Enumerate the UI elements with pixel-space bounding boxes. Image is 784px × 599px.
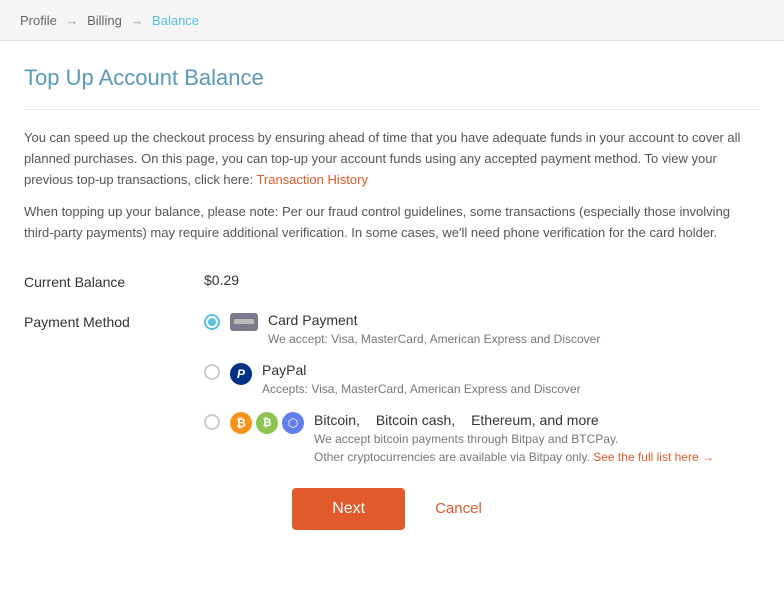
card-payment-name: Card Payment	[268, 312, 600, 328]
card-icon	[230, 313, 258, 331]
full-list-link[interactable]: See the full list here →	[593, 450, 714, 464]
title-divider	[24, 109, 760, 110]
breadcrumb-profile[interactable]: Profile	[20, 13, 57, 28]
paypal-payment-details: PayPal Accepts: Visa, MasterCard, Americ…	[262, 362, 581, 398]
crypto-payment-details: Bitcoin, Bitcoin cash, Ethereum, and mor…	[314, 412, 714, 466]
paypal-icon-container: P	[230, 362, 252, 385]
crypto-icons: ₿ ₿ ⬡	[230, 412, 304, 434]
next-button[interactable]: Next	[292, 488, 405, 530]
breadcrumb-balance[interactable]: Balance	[152, 13, 199, 28]
radio-button-paypal[interactable]	[204, 364, 220, 380]
bitcoin-icon: ₿	[230, 412, 252, 434]
radio-paypal[interactable]	[204, 362, 220, 380]
payment-method-label: Payment Method	[24, 312, 204, 330]
breadcrumb-sep2: →	[130, 13, 143, 28]
crypto-payment-desc: We accept bitcoin payments through Bitpa…	[314, 430, 714, 466]
transaction-history-link[interactable]: Transaction History	[256, 172, 368, 187]
card-payment-details: Card Payment We accept: Visa, MasterCard…	[268, 312, 600, 348]
breadcrumb: Profile → Billing → Balance	[20, 13, 199, 28]
payment-option-card[interactable]: Card Payment We accept: Visa, MasterCard…	[204, 312, 714, 348]
radio-button-crypto[interactable]	[204, 414, 220, 430]
payment-option-crypto[interactable]: ₿ ₿ ⬡ Bitcoin, Bitcoin cash, Ethereum, a…	[204, 412, 714, 466]
card-payment-desc: We accept: Visa, MasterCard, American Ex…	[268, 330, 600, 348]
ethereum-icon: ⬡	[282, 412, 304, 434]
payment-options: Card Payment We accept: Visa, MasterCard…	[204, 312, 714, 466]
payment-option-paypal[interactable]: P PayPal Accepts: Visa, MasterCard, Amer…	[204, 362, 714, 398]
bitcoin-cash-icon: ₿	[256, 412, 278, 434]
paypal-payment-desc: Accepts: Visa, MasterCard, American Expr…	[262, 380, 581, 398]
current-balance-label: Current Balance	[24, 272, 204, 290]
current-balance-value: $0.29	[204, 272, 239, 288]
action-buttons: Next Cancel	[24, 488, 760, 530]
fraud-note: When topping up your balance, please not…	[24, 202, 760, 244]
breadcrumb-sep1: →	[65, 13, 78, 28]
paypal-payment-name: PayPal	[262, 362, 581, 378]
radio-crypto[interactable]	[204, 412, 220, 430]
radio-button-card[interactable]	[204, 314, 220, 330]
crypto-payment-name: Bitcoin, Bitcoin cash, Ethereum, and mor…	[314, 412, 714, 428]
main-description: You can speed up the checkout process by…	[24, 128, 760, 190]
radio-card[interactable]	[204, 312, 220, 330]
page-title: Top Up Account Balance	[24, 65, 760, 91]
payment-method-row: Payment Method Card Payment We accept: V…	[24, 312, 760, 466]
paypal-icon: P	[230, 363, 252, 385]
card-icon-container	[230, 312, 258, 331]
breadcrumb-billing[interactable]: Billing	[87, 13, 122, 28]
cancel-button[interactable]: Cancel	[425, 488, 492, 529]
current-balance-row: Current Balance $0.29	[24, 272, 760, 290]
